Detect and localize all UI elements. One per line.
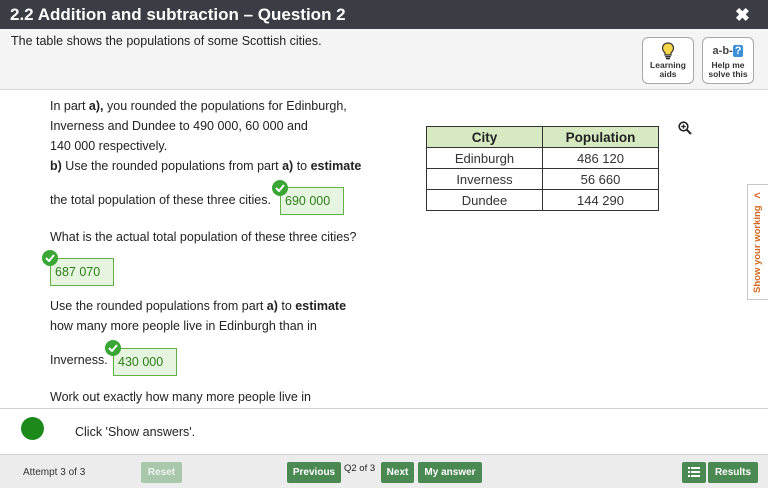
my-answer-button[interactable]: My answer [418,462,482,483]
part-a-summary: In part a), you rounded the populations … [50,99,362,173]
question-content: In part a), you rounded the populations … [0,90,768,408]
results-button[interactable]: Results [708,462,758,483]
lightbulb-icon [643,41,693,61]
zoom-in-icon[interactable] [678,121,692,140]
help-me-solve-button[interactable]: a-b-? Help me solve this [702,37,754,84]
table-header-row: City Population [426,126,659,148]
feedback-bar: Click 'Show answers'. [0,408,768,454]
table-row: Dundee 144 290 [426,189,659,211]
q3-text-end: Inverness. [50,353,108,367]
q2-text: What is the actual total population of t… [50,230,357,244]
table-cell-population: 56 660 [542,168,659,190]
next-button[interactable]: Next [381,462,414,483]
question-intro-bar: The table shows the populations of some … [0,29,768,90]
footer-toolbar: Attempt 3 of 3 Reset Previous Q2 of 3 Ne… [0,454,768,488]
abc-help-icon: a-b-? [712,45,744,57]
attempt-counter: Attempt 3 of 3 [23,467,86,478]
reset-button[interactable]: Reset [141,462,182,483]
correct-check-icon [42,250,58,266]
title-bar: 2.2 Addition and subtraction – Question … [0,0,768,29]
q2-answer-field[interactable]: 687 070 [50,258,114,286]
table-cell-city: Edinburgh [426,147,543,169]
close-icon[interactable]: ✖ [735,5,750,26]
correct-check-icon [272,180,288,196]
q4-text: Work out exactly how many more people li… [50,390,311,404]
population-table: City Population Edinburgh 486 120 Invern… [426,126,659,211]
feedback-message: Click 'Show answers'. [75,425,196,439]
show-your-working-label: Show your working [752,205,763,293]
show-your-working-tab[interactable]: < Show your working [747,184,768,300]
table-cell-population: 486 120 [542,147,659,169]
q3-text: Use the rounded populations from part a)… [50,299,347,333]
q3-answer-field[interactable]: 430 000 [113,348,177,376]
table-header-city: City [426,126,543,148]
question-intro: The table shows the populations of some … [11,34,322,48]
table-cell-population: 144 290 [542,189,659,211]
question-number: Q2 of 3 [344,463,376,474]
q1-text: the total population of these three citi… [50,193,271,207]
correct-check-icon [105,340,121,356]
table-header-population: Population [542,126,659,148]
table-cell-city: Inverness [426,168,543,190]
table-row: Inverness 56 660 [426,168,659,190]
list-icon[interactable] [682,462,706,483]
learning-aids-label: Learning aids [650,60,686,79]
page-title: 2.2 Addition and subtraction – Question … [10,5,346,24]
q1-answer-field[interactable]: 690 000 [280,187,344,215]
chevron-left-icon: < [754,190,761,202]
table-row: Edinburgh 486 120 [426,147,659,169]
help-me-solve-label: Help me solve this [708,60,748,79]
status-indicator-icon [21,417,44,440]
learning-aids-button[interactable]: Learning aids [642,37,694,84]
previous-button[interactable]: Previous [287,462,341,483]
table-cell-city: Dundee [426,189,543,211]
